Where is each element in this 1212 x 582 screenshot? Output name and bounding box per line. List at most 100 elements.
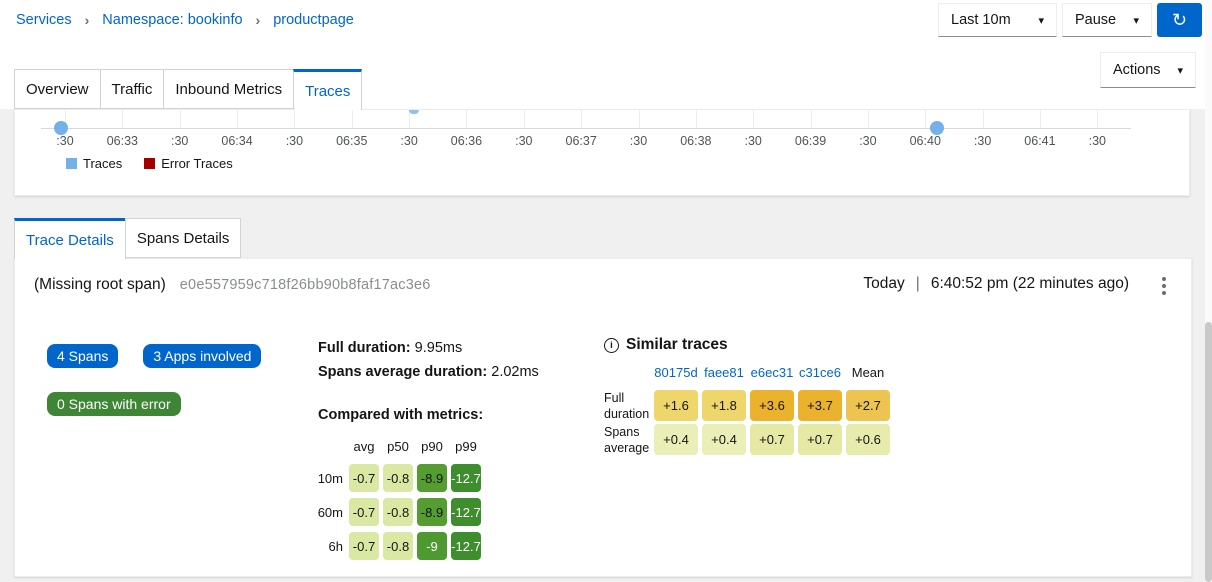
metrics-delta-cell: -0.8: [383, 498, 413, 526]
trace-title: (Missing root span): [34, 276, 166, 294]
x-axis-tick-label: 06:38: [666, 134, 726, 148]
similar-trace-link[interactable]: 80175d: [654, 365, 698, 387]
metrics-delta-cell: -0.7: [349, 464, 379, 492]
x-axis-tick-label: :30: [838, 134, 898, 148]
trace-header: (Missing root span) e0e557959c718f26bb90…: [34, 276, 431, 294]
chart-gridline: [237, 110, 238, 128]
refresh-button[interactable]: ↻: [1157, 3, 1202, 37]
chart-gridline: [696, 110, 697, 128]
x-axis-tick-label: :30: [953, 134, 1013, 148]
metrics-col-header: p50: [383, 439, 413, 454]
chart-gridline: [294, 110, 295, 128]
trace-details-card: (Missing root span) e0e557959c718f26bb90…: [14, 258, 1192, 577]
metrics-delta-cell: -0.8: [383, 532, 413, 560]
refresh-interval-select[interactable]: Pause ▾: [1062, 3, 1152, 37]
x-axis-tick-label: 06:36: [436, 134, 496, 148]
trace-point[interactable]: [54, 121, 68, 135]
chevron-right-icon: ›: [256, 13, 261, 27]
info-icon[interactable]: i: [604, 338, 619, 353]
chart-gridline: [466, 110, 467, 128]
scrollbar-thumb[interactable]: [1205, 322, 1212, 582]
trace-durations: Full duration: 9.95ms Spans average dura…: [318, 336, 539, 384]
metrics-col-header: avg: [349, 439, 379, 454]
x-axis-tick-label: 06:40: [895, 134, 955, 148]
legend-swatch: [144, 158, 155, 169]
metrics-delta-cell: -9: [417, 532, 447, 560]
kiali-service-traces-page: Services › Namespace: bookinfo › productpage…: [0, 0, 1212, 582]
x-axis-tick-label: :30: [150, 134, 210, 148]
table-corner: [604, 361, 650, 387]
metrics-delta-cell: -12.7: [451, 498, 481, 526]
refresh-interval-value: Pause: [1075, 12, 1116, 28]
similar-delta-cell: +0.7: [798, 424, 842, 455]
x-axis-tick-label: :30: [1067, 134, 1127, 148]
page-header: Services › Namespace: bookinfo › productpage…: [0, 0, 1212, 109]
similar-delta-cell: +0.7: [750, 424, 794, 455]
similar-traces-table: 80175dfaee81e6ec31c31ce6MeanFull duratio…: [604, 361, 890, 455]
metrics-row-label: 60m: [303, 505, 345, 520]
trace-point[interactable]: [930, 121, 944, 135]
actions-dropdown[interactable]: Actions ▾: [1100, 52, 1196, 88]
chevron-down-icon: ▾: [1038, 14, 1044, 27]
breadcrumb-item-productpage[interactable]: productpage: [273, 12, 354, 28]
similar-trace-link[interactable]: c31ce6: [798, 365, 842, 387]
time-toolbar: Last 10m ▾ Pause ▾ ↻: [938, 3, 1202, 37]
chart-gridline: [983, 110, 984, 128]
duration-select[interactable]: Last 10m ▾: [938, 3, 1057, 37]
similar-traces-title: Similar traces: [626, 336, 728, 354]
chart-gridline: [868, 110, 869, 128]
compare-metrics-table: avgp50p90p9910m-0.7-0.8-8.9-12.760m-0.7-…: [303, 434, 481, 560]
vertical-scrollbar[interactable]: [1205, 0, 1212, 582]
compare-metrics-heading: Compared with metrics:: [318, 407, 483, 423]
legend-swatch: [66, 158, 77, 169]
kebab-menu-icon[interactable]: [1159, 274, 1169, 298]
metrics-row-label: 10m: [303, 471, 345, 486]
traces-scatter-chart-card: :3006:33:3006:34:3006:35:3006:36:3006:37…: [14, 109, 1190, 196]
similar-delta-cell: +0.6: [846, 424, 890, 455]
chart-gridline: [1097, 110, 1098, 128]
chart-gridline: [524, 110, 525, 128]
tab-inbound-metrics[interactable]: Inbound Metrics: [163, 69, 294, 109]
trace-day: Today: [863, 275, 904, 293]
tab-traffic[interactable]: Traffic: [100, 69, 165, 109]
badge-0-spans-with-error: 0 Spans with error: [47, 392, 181, 416]
metrics-delta-cell: -12.7: [451, 532, 481, 560]
metrics-delta-cell: -12.7: [451, 464, 481, 492]
similar-delta-cell: +1.8: [702, 390, 746, 421]
metrics-delta-cell: -0.8: [383, 464, 413, 492]
legend-item-traces[interactable]: Traces: [66, 156, 122, 171]
similar-trace-link[interactable]: faee81: [702, 365, 746, 387]
similar-delta-cell: +0.4: [702, 424, 746, 455]
x-axis-tick-label: 06:34: [207, 134, 267, 148]
tab-traces[interactable]: Traces: [293, 69, 362, 110]
legend-label: Traces: [83, 156, 122, 171]
metrics-col-header: p90: [417, 439, 447, 454]
separator: |: [916, 275, 920, 293]
trace-timestamp: Today | 6:40:52 pm (22 minutes ago): [863, 275, 1129, 293]
tab-spans-details[interactable]: Spans Details: [125, 218, 242, 258]
breadcrumb-item-services[interactable]: Services: [16, 12, 72, 28]
trace-point-clipped[interactable]: [409, 110, 419, 114]
chart-gridline: [811, 110, 812, 128]
trace-time-ago: 6:40:52 pm (22 minutes ago): [931, 275, 1129, 293]
full-duration-value: 9.95ms: [415, 340, 463, 356]
chart-gridline: [639, 110, 640, 128]
x-axis-tick-label: 06:37: [551, 134, 611, 148]
tab-trace-details[interactable]: Trace Details: [14, 218, 126, 259]
chart-legend: Traces Error Traces: [66, 156, 233, 171]
similar-traces-header: i Similar traces: [604, 336, 728, 354]
breadcrumb: Services › Namespace: bookinfo › productpage: [16, 12, 354, 28]
chart-gridline: [180, 110, 181, 128]
chart-gridline: [753, 110, 754, 128]
chevron-right-icon: ›: [85, 13, 90, 27]
x-axis-tick-label: :30: [264, 134, 324, 148]
x-axis-tick-label: :30: [35, 134, 95, 148]
tab-overview[interactable]: Overview: [14, 69, 101, 109]
x-axis-tick-label: 06:39: [781, 134, 841, 148]
x-axis-tick-label: 06:35: [322, 134, 382, 148]
breadcrumb-item-namespace-bookinfo[interactable]: Namespace: bookinfo: [102, 12, 242, 28]
chevron-down-icon: ▾: [1177, 64, 1183, 77]
actions-label: Actions: [1113, 62, 1161, 78]
similar-trace-link[interactable]: e6ec31: [750, 365, 794, 387]
legend-item-error-traces[interactable]: Error Traces: [144, 156, 233, 171]
